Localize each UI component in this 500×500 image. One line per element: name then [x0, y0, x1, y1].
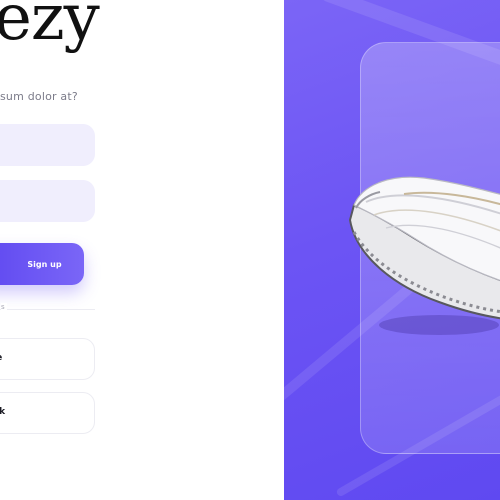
subtitle-text: sum dolor at? [0, 90, 78, 103]
divider-line [0, 309, 95, 310]
signup-button[interactable]: Sign up [0, 243, 84, 285]
social-login-label-2: ok [0, 407, 5, 417]
sneaker-image [348, 176, 500, 335]
social-login-label-1: le [0, 353, 2, 363]
first-input-field[interactable] [0, 124, 95, 166]
social-login-button-2[interactable]: ok [0, 392, 95, 434]
hero-panel [284, 0, 500, 500]
brand-logo: ezy [0, 0, 100, 55]
divider-label: s [1, 303, 7, 311]
second-input-field[interactable] [0, 180, 95, 222]
signup-panel: ezy sum dolor at? Sign up s le ok [0, 0, 284, 500]
social-login-button-1[interactable]: le [0, 338, 95, 380]
